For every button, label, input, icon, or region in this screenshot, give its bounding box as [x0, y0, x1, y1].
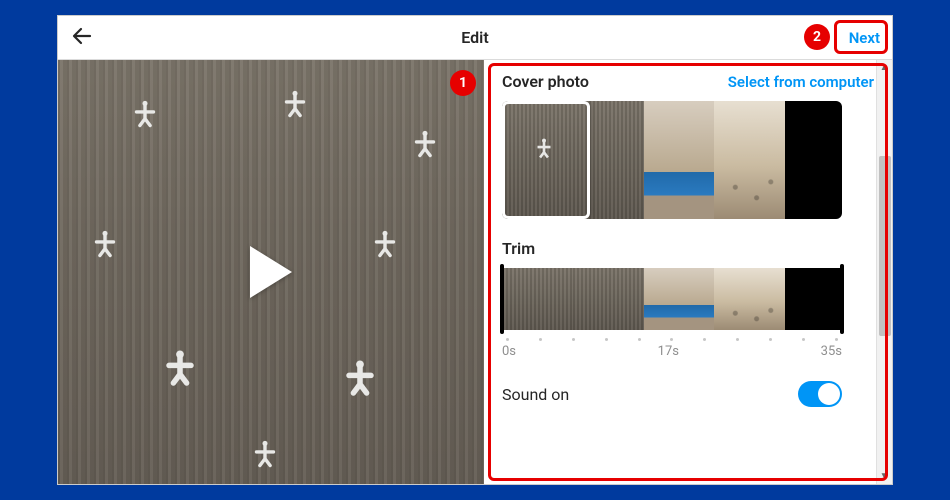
trim-strip[interactable]	[502, 268, 842, 330]
play-icon[interactable]	[250, 246, 292, 298]
diver-icon	[278, 90, 312, 124]
cover-photo-strip[interactable]	[502, 101, 842, 219]
diver-icon	[88, 230, 122, 264]
page-title: Edit	[461, 28, 488, 47]
diver-icon	[248, 440, 282, 474]
edit-side-panel: Cover photo Select from computer Trim	[484, 60, 892, 484]
scrollbar[interactable]: ▲ ▼	[876, 60, 892, 484]
trim-frame	[785, 268, 842, 330]
trim-frame	[714, 268, 785, 330]
cover-photo-header: Cover photo Select from computer	[502, 72, 874, 91]
trim-timeline: 0s 17s 35s	[502, 336, 842, 359]
timeline-start: 0s	[502, 344, 516, 359]
cover-frame	[714, 101, 785, 219]
arrow-left-icon	[70, 24, 94, 48]
timeline-mid: 17s	[658, 344, 679, 359]
content-area: 1 Cover photo Select from computer Trim	[58, 60, 892, 484]
diver-icon	[158, 350, 202, 394]
sound-label: Sound on	[502, 385, 569, 404]
annotation-badge-1: 1	[450, 70, 476, 96]
scroll-down-icon[interactable]: ▼	[880, 471, 890, 482]
back-button[interactable]	[70, 24, 94, 52]
trim-handle-start[interactable]	[500, 264, 504, 334]
trim-frame	[573, 268, 644, 330]
select-from-computer-link[interactable]: Select from computer	[728, 73, 874, 91]
diver-icon	[531, 138, 557, 164]
header-bar: Edit Next 2	[58, 16, 892, 60]
annotation-badge-2: 2	[804, 24, 830, 50]
diver-icon	[128, 100, 162, 134]
cover-photo-label: Cover photo	[502, 72, 589, 91]
diver-icon	[338, 360, 382, 404]
diver-icon	[368, 230, 402, 264]
trim-frame	[502, 268, 573, 330]
cover-frame-selector[interactable]	[502, 101, 590, 219]
next-button[interactable]: Next	[849, 29, 880, 47]
trim-frame	[644, 268, 715, 330]
video-preview[interactable]: 1	[58, 60, 484, 484]
trim-handle-end[interactable]	[840, 264, 844, 334]
sound-row: Sound on	[502, 381, 842, 407]
cover-frame	[644, 101, 715, 219]
timeline-end: 35s	[821, 344, 842, 359]
scroll-up-icon[interactable]: ▲	[880, 62, 890, 73]
app-window: Edit Next 2 1 Cover photo Se	[57, 15, 893, 485]
scrollbar-thumb[interactable]	[879, 156, 891, 336]
sound-toggle[interactable]	[798, 381, 842, 407]
timeline-dots	[502, 338, 842, 341]
trim-label: Trim	[502, 239, 874, 258]
cover-frame	[785, 101, 842, 219]
toggle-knob	[818, 383, 840, 405]
diver-icon	[408, 130, 442, 164]
